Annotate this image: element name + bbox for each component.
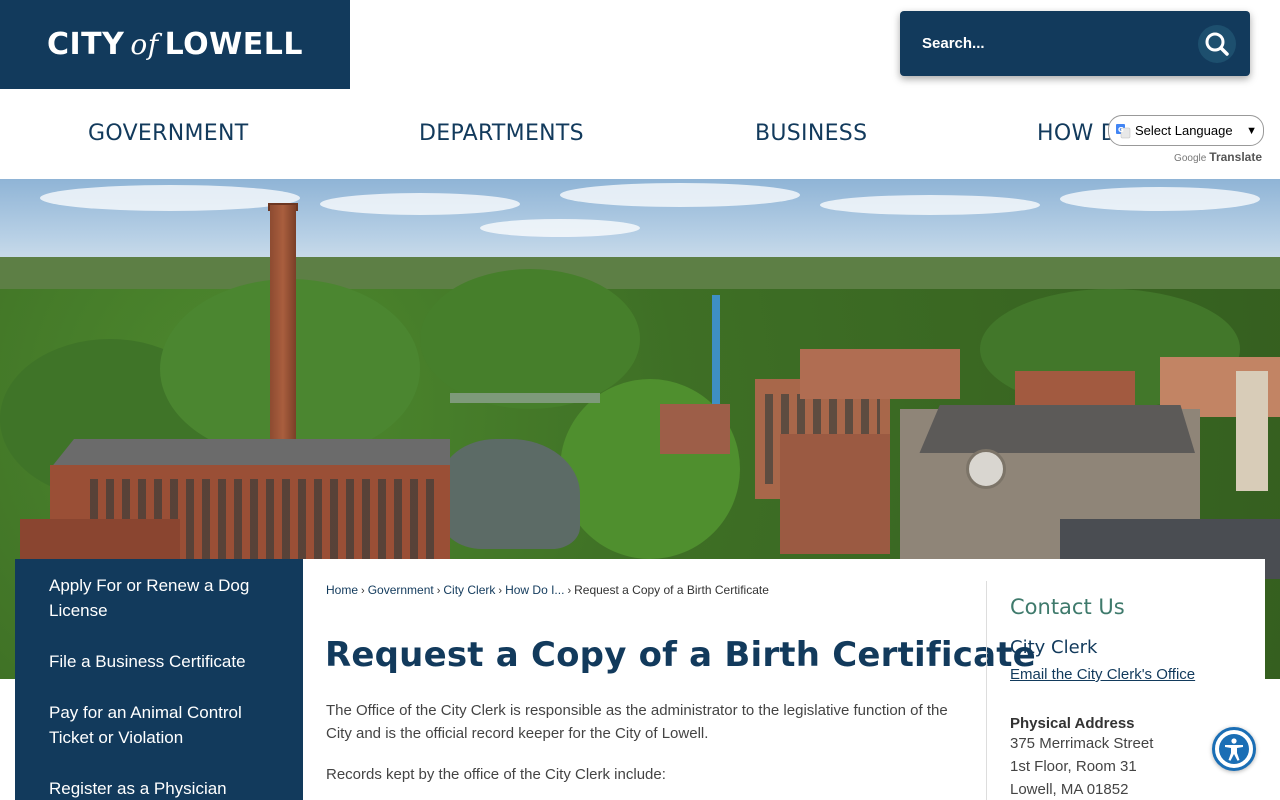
- logo-city: CITY: [47, 27, 125, 62]
- language-select-label: Select Language: [1135, 123, 1233, 138]
- breadcrumb-separator: ›: [498, 585, 503, 597]
- translate-link[interactable]: Translate: [1209, 150, 1262, 164]
- logo-text: CITY of LOWELL: [47, 27, 303, 62]
- breadcrumb-separator: ›: [361, 585, 365, 597]
- logo-of: of: [130, 28, 159, 61]
- breadcrumb-home[interactable]: Home: [326, 583, 358, 597]
- nav-government[interactable]: GOVERNMENT: [88, 89, 248, 179]
- logo-name: LOWELL: [164, 27, 303, 62]
- breadcrumb-separator: ›: [436, 585, 441, 597]
- city-logo[interactable]: CITY of LOWELL: [0, 0, 350, 89]
- main-nav: GOVERNMENT DEPARTMENTS BUSINESS HOW DO I…: [0, 89, 1280, 179]
- contact-org-name: City Clerk: [1010, 637, 1098, 658]
- address-line: Lowell, MA 01852: [1010, 781, 1129, 798]
- sidebar-item-business-certificate[interactable]: File a Business Certificate: [49, 649, 283, 674]
- search-bar: [900, 11, 1250, 76]
- accessibility-button[interactable]: [1212, 727, 1256, 771]
- page-title: Request a Copy of a Birth Certificate: [325, 635, 1036, 675]
- google-translate-icon: G: [1116, 123, 1131, 138]
- sidebar-quick-links: Apply For or Renew a Dog License File a …: [15, 559, 303, 800]
- google-wordmark: Google: [1174, 153, 1207, 164]
- contact-heading: Contact Us: [1010, 595, 1125, 619]
- search-button[interactable]: [1198, 24, 1236, 63]
- breadcrumb-city-clerk[interactable]: City Clerk: [443, 583, 495, 597]
- breadcrumb: Home › Government › City Clerk › How Do I... › R…: [326, 583, 769, 597]
- breadcrumb-government[interactable]: Government: [368, 583, 434, 597]
- search-input[interactable]: [922, 35, 1198, 52]
- main-content: Home › Government › City Clerk › How Do I... › R…: [303, 559, 1265, 800]
- records-lead-text: Records kept by the office of the City C…: [326, 766, 666, 783]
- sidebar-item-dog-license[interactable]: Apply For or Renew a Dog License: [49, 573, 283, 623]
- nav-business[interactable]: BUSINESS: [755, 89, 867, 179]
- chevron-down-icon: ▼: [1246, 124, 1257, 137]
- sidebar-item-physician[interactable]: Register as a Physician: [49, 776, 283, 800]
- powered-by-google: Google Translate: [1108, 150, 1266, 164]
- breadcrumb-current: Request a Copy of a Birth Certificate: [574, 583, 769, 597]
- google-translate: G Select Language ▼ Google Translate: [1108, 115, 1266, 164]
- search-icon: [1205, 32, 1229, 56]
- language-select[interactable]: G Select Language ▼: [1108, 115, 1264, 146]
- nav-departments[interactable]: DEPARTMENTS: [419, 89, 584, 179]
- breadcrumb-separator: ›: [567, 585, 572, 597]
- contact-panel: Contact Us City Clerk Email the City Cle…: [986, 581, 1256, 800]
- accessibility-icon: [1219, 734, 1249, 764]
- sidebar-item-animal-control-ticket[interactable]: Pay for an Animal Control Ticket or Viol…: [49, 700, 283, 750]
- address-label: Physical Address: [1010, 715, 1135, 732]
- breadcrumb-how-do-i[interactable]: How Do I...: [505, 583, 564, 597]
- svg-text:G: G: [1118, 126, 1124, 134]
- intro-paragraph: The Office of the City Clerk is responsi…: [326, 702, 948, 742]
- email-clerk-link[interactable]: Email the City Clerk's Office: [1010, 666, 1256, 683]
